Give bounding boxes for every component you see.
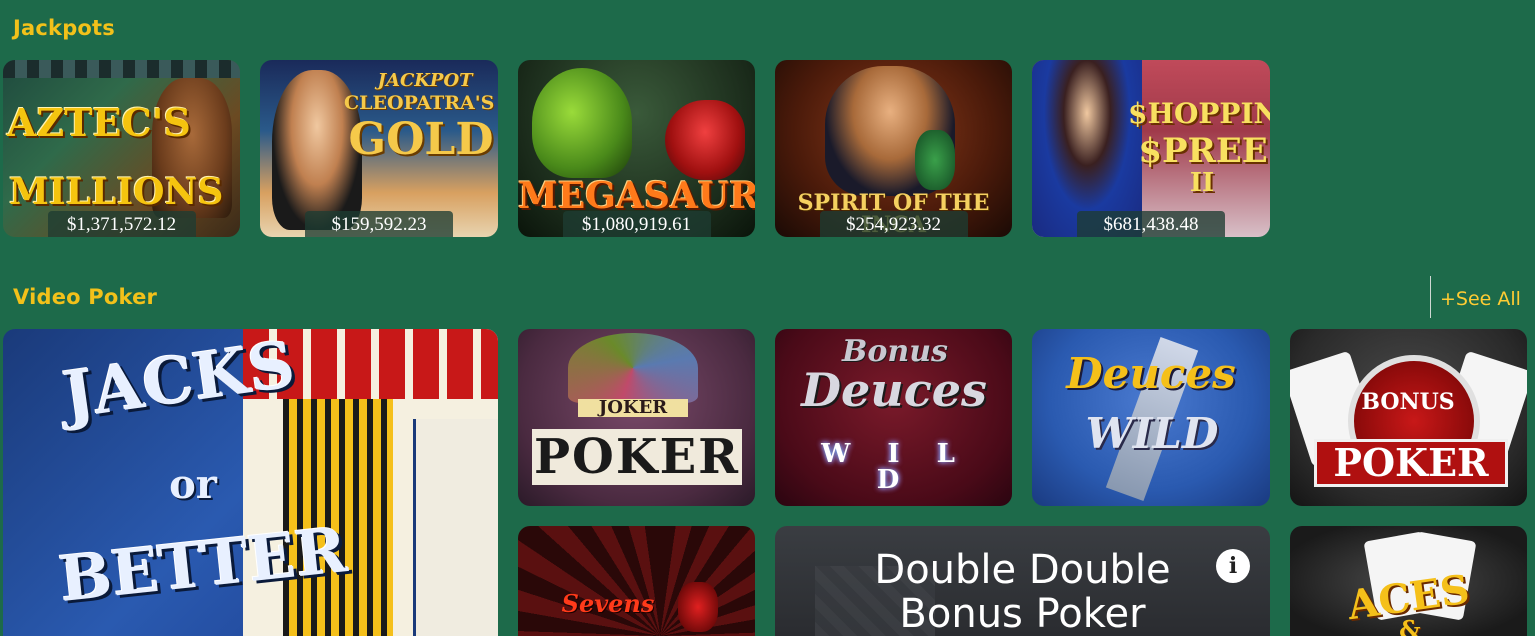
game-art-text: MEGASAUR: [518, 175, 755, 217]
game-art-text: Deuces: [1066, 349, 1236, 398]
game-art-text: or: [169, 461, 217, 508]
aztec-pattern: [3, 60, 240, 78]
jackpot-tile-shopping-spree-ii[interactable]: $HOPPING $PREE II $681,438.48: [1032, 60, 1270, 237]
video-poker-title: Video Poker: [13, 285, 158, 309]
jackpot-amount: $681,438.48: [1077, 211, 1225, 237]
video-poker-tile-double-double-bonus-poker[interactable]: Double Double Bonus Poker i: [775, 526, 1270, 636]
jackpot-tile-megasaur[interactable]: MEGASAUR $1,080,919.61: [518, 60, 755, 237]
green-dinosaur: [532, 68, 632, 178]
jackpot-amount: $1,080,919.61: [562, 211, 711, 237]
game-art-text: POKER: [532, 429, 742, 485]
game-title: Double Double: [874, 547, 1171, 593]
red-dinosaur: [665, 100, 745, 180]
game-art-text: POKER: [1314, 439, 1508, 487]
game-art-text: GOLD: [348, 114, 494, 165]
game-art-text: MILLIONS: [9, 171, 224, 213]
game-art-text: JACKPOT: [377, 70, 473, 91]
game-art-text: BONUS: [1361, 389, 1455, 415]
game-art-text: Deuces: [801, 363, 987, 417]
game-art-text: Sevens: [561, 589, 655, 618]
jester-hat: [568, 333, 698, 403]
game-art-text: AZTEC'S: [7, 100, 191, 145]
video-poker-tile-jacks-or-better[interactable]: JACKS or BETTER: [3, 329, 498, 636]
game-art-text: JOKER: [578, 399, 688, 417]
snake: [915, 130, 955, 190]
game-title: Bonus Poker: [899, 591, 1146, 636]
jackpot-amount: $159,592.23: [305, 211, 453, 237]
video-poker-tile-deuces-wild[interactable]: Deuces WILD: [1032, 329, 1270, 506]
jackpot-amount: $254,923.32: [819, 211, 968, 237]
jackpot-tile-spirit-of-the-inca[interactable]: SPIRIT OF THE INCA $254,923.32: [775, 60, 1012, 237]
see-all-divider: [1430, 276, 1431, 318]
info-icon[interactable]: i: [1216, 549, 1250, 583]
game-art-text: II: [1189, 168, 1215, 198]
game-art-text: W I L D: [821, 439, 969, 495]
video-poker-tile-sevens[interactable]: Sevens: [518, 526, 755, 636]
jackpots-title: Jackpots: [13, 16, 115, 40]
see-all-link[interactable]: +See All: [1440, 288, 1521, 310]
dragon: [678, 582, 718, 632]
video-poker-tile-aces[interactable]: ACES &: [1290, 526, 1527, 636]
jackpot-tile-cleopatras-gold[interactable]: JACKPOT CLEOPATRA'S GOLD $159,592.23: [260, 60, 498, 237]
video-poker-tile-bonus-deuces-wild[interactable]: Bonus Deuces W I L D: [775, 329, 1012, 506]
jack-face: [413, 419, 498, 636]
game-art-text: CLEOPATRA'S: [344, 92, 495, 114]
video-poker-tile-joker-poker[interactable]: JOKER POKER: [518, 329, 755, 506]
game-art-text: WILD: [1085, 409, 1219, 458]
jackpot-tile-aztecs-millions[interactable]: AZTEC'S MILLIONS $1,371,572.12: [3, 60, 240, 237]
game-art-text: &: [1399, 615, 1421, 636]
video-poker-tile-bonus-poker[interactable]: BONUS POKER: [1290, 329, 1527, 506]
game-art-text: $PREE: [1138, 131, 1268, 171]
game-art-text: $HOPPING: [1128, 97, 1270, 130]
jackpot-amount: $1,371,572.12: [47, 211, 196, 237]
